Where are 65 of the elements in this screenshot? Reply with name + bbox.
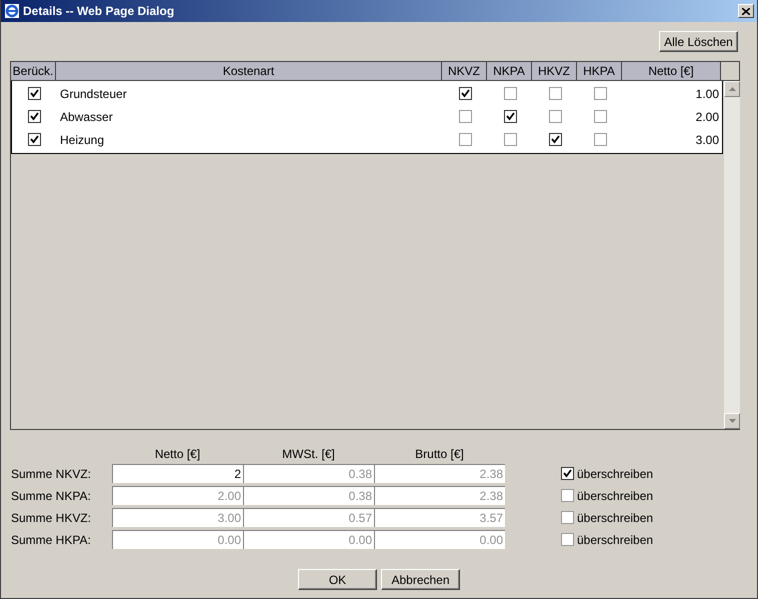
input-field[interactable]: 3.57 bbox=[374, 508, 505, 527]
checkbox[interactable] bbox=[504, 110, 517, 123]
checkbox[interactable] bbox=[504, 87, 517, 100]
checkbox[interactable] bbox=[28, 110, 41, 123]
scroll-down-icon[interactable] bbox=[724, 413, 740, 429]
input-field[interactable]: 0.00 bbox=[112, 530, 243, 549]
input-field[interactable]: 0.00 bbox=[243, 530, 374, 549]
checkbox[interactable] bbox=[561, 489, 574, 502]
sum-label: Summe NKVZ: bbox=[11, 466, 92, 480]
scrollbar[interactable] bbox=[723, 81, 740, 429]
column-header: Kostenart bbox=[56, 62, 442, 80]
input-field[interactable]: 0.57 bbox=[243, 508, 374, 527]
checkbox[interactable] bbox=[504, 133, 517, 146]
close-button[interactable] bbox=[738, 4, 754, 18]
cost-type: Heizung bbox=[60, 132, 104, 146]
cost-type: Grundsteuer bbox=[60, 86, 127, 100]
column-header: HKVZ bbox=[532, 62, 577, 80]
net-amount: 2.00 bbox=[696, 110, 719, 124]
checkbox[interactable] bbox=[549, 110, 562, 123]
checkbox[interactable] bbox=[459, 133, 472, 146]
checkbox-label: überschreiben bbox=[577, 488, 654, 502]
browser-icon bbox=[4, 3, 20, 19]
sum-label: Summe HKPA: bbox=[11, 532, 92, 546]
column-header: NKPA bbox=[487, 62, 532, 80]
close-icon[interactable] bbox=[742, 8, 750, 14]
checkbox[interactable] bbox=[594, 110, 607, 123]
input-field[interactable]: 2.38 bbox=[374, 464, 505, 483]
input-field[interactable]: 2.00 bbox=[112, 486, 243, 505]
column-header: HKPA bbox=[577, 62, 622, 80]
checkbox[interactable] bbox=[561, 533, 574, 546]
sum-label: Summe HKVZ: bbox=[11, 510, 92, 524]
checkbox[interactable] bbox=[28, 87, 41, 100]
net-amount: 3.00 bbox=[696, 132, 719, 146]
checkbox[interactable] bbox=[594, 87, 607, 100]
scroll-up-icon[interactable] bbox=[724, 81, 740, 97]
checkbox[interactable] bbox=[561, 467, 574, 480]
checkbox-label: überschreiben bbox=[577, 466, 654, 480]
checkbox[interactable] bbox=[594, 133, 607, 146]
checkbox[interactable] bbox=[459, 87, 472, 100]
column-header: NKVZ bbox=[442, 62, 487, 80]
checkbox-label: überschreiben bbox=[577, 510, 654, 524]
window-title: Details -- Web Page Dialog bbox=[23, 4, 176, 18]
column-header: Berück. bbox=[11, 62, 56, 80]
ok-button[interactable]: OK bbox=[298, 569, 377, 590]
input-field[interactable]: 0.00 bbox=[374, 530, 505, 549]
net-amount: 1.00 bbox=[696, 86, 719, 100]
input-field[interactable]: 3.00 bbox=[112, 508, 243, 527]
column-header: Brutto [€] bbox=[414, 447, 465, 461]
clear-all-button[interactable]: Alle Löschen bbox=[659, 31, 738, 52]
sum-label: Summe NKPA: bbox=[11, 488, 92, 502]
checkbox[interactable] bbox=[561, 511, 574, 524]
column-header: Netto [€] bbox=[622, 62, 721, 80]
input-field[interactable]: 2.38 bbox=[374, 486, 505, 505]
cost-type: Abwasser bbox=[60, 110, 113, 124]
input-field[interactable]: 0.38 bbox=[243, 464, 374, 483]
column-header: Netto [€] bbox=[154, 447, 202, 461]
checkbox[interactable] bbox=[28, 133, 41, 146]
checkbox[interactable] bbox=[459, 110, 472, 123]
checkbox[interactable] bbox=[549, 87, 562, 100]
checkbox-label: überschreiben bbox=[577, 532, 654, 546]
cancel-button[interactable]: Abbrechen bbox=[381, 569, 460, 590]
column-header: MWSt. [€] bbox=[281, 447, 336, 461]
checkbox[interactable] bbox=[549, 133, 562, 146]
input-field[interactable]: 0.38 bbox=[243, 486, 374, 505]
input-field[interactable]: 2 bbox=[112, 464, 243, 483]
